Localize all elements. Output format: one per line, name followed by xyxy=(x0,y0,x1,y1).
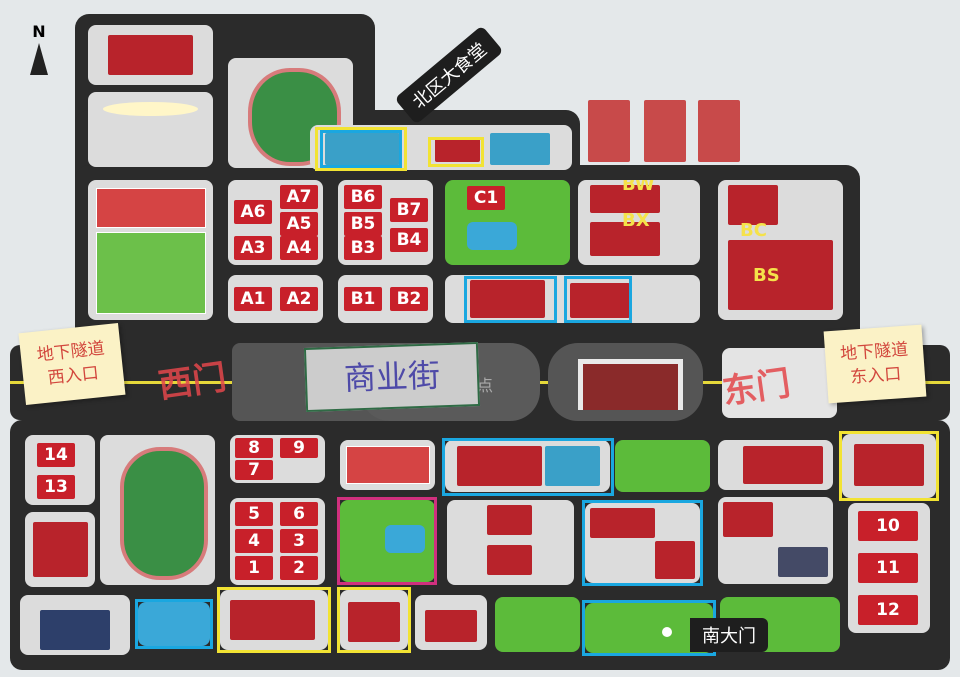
dorm-1-6[interactable]: 5 6 4 3 1 2 xyxy=(230,498,325,585)
dorm-b3[interactable]: B3 xyxy=(344,236,382,260)
dorm-b-block[interactable]: B6 B7 B5 B3 B4 xyxy=(338,180,433,265)
dorm-c1[interactable]: C1 xyxy=(467,186,505,210)
dorm-14-13[interactable]: 14 13 xyxy=(25,435,95,505)
dorm-11[interactable]: 11 xyxy=(858,553,918,583)
south-canteen-highlight[interactable] xyxy=(442,438,614,496)
dorm-10-12[interactable]: 10 11 12 xyxy=(848,503,930,633)
admin-highlight[interactable] xyxy=(582,500,703,586)
south-gate-tag: 南大门 xyxy=(690,618,768,652)
dorm-b7[interactable]: B7 xyxy=(390,198,428,222)
gate-icon xyxy=(578,359,683,410)
dorm-a1[interactable]: A1 xyxy=(234,287,272,311)
east-corner-highlight[interactable] xyxy=(839,431,939,501)
dorm-3[interactable]: 3 xyxy=(280,529,318,553)
arch-block[interactable] xyxy=(88,92,213,167)
south-hall-highlight[interactable] xyxy=(217,587,331,653)
dorm-7[interactable]: 7 xyxy=(235,460,273,480)
dorm-bw-label[interactable]: BW xyxy=(622,180,655,195)
west-building[interactable] xyxy=(25,512,95,587)
dorm-a5[interactable]: A5 xyxy=(280,212,318,236)
east-south-building[interactable] xyxy=(718,440,833,490)
commercial-street-label: 商业街 xyxy=(343,356,441,398)
dorm-bc-label[interactable]: BC xyxy=(740,220,767,241)
dorm-2[interactable]: 2 xyxy=(280,556,318,580)
dorm-b1[interactable]: B1 xyxy=(344,287,382,311)
dorm-6[interactable]: 6 xyxy=(280,502,318,526)
dorm-1[interactable]: 1 xyxy=(235,556,273,580)
library-block[interactable] xyxy=(88,25,213,85)
sports-courts-north[interactable] xyxy=(88,180,213,320)
dorm-b-lower[interactable]: B1 B2 xyxy=(338,275,433,323)
monument-park-highlight[interactable] xyxy=(337,497,437,585)
dorm-b4[interactable]: B4 xyxy=(390,228,428,252)
main-gate-plaza[interactable] xyxy=(548,343,703,421)
dorm-bs-label[interactable]: BS xyxy=(753,265,780,286)
canteen-highlight-1[interactable] xyxy=(464,276,557,323)
dorm-bw-bx[interactable]: BW BX xyxy=(578,180,700,265)
dorm-a4[interactable]: A4 xyxy=(280,236,318,260)
dorm-8[interactable]: 8 xyxy=(235,438,273,458)
small-building-highlight[interactable] xyxy=(337,587,411,653)
park-c1[interactable]: C1 xyxy=(445,180,570,265)
dorm-a6[interactable]: A6 xyxy=(234,200,272,224)
canteen-highlight-2[interactable] xyxy=(564,276,632,323)
south-green xyxy=(615,440,710,492)
dorm-a7[interactable]: A7 xyxy=(280,185,318,209)
teaching-buildings[interactable] xyxy=(447,500,574,585)
dorm-b5[interactable]: B5 xyxy=(344,212,382,236)
dorm-4[interactable]: 4 xyxy=(235,529,273,553)
dorm-8-9-7[interactable]: 8 9 7 xyxy=(230,435,325,483)
east-tunnel-note: 地下隧道 东入口 xyxy=(823,324,927,404)
dorm-10[interactable]: 10 xyxy=(858,511,918,541)
south-park xyxy=(495,597,580,652)
hospital[interactable] xyxy=(415,595,487,650)
north-building-highlight[interactable] xyxy=(428,137,484,167)
compass-label: N xyxy=(32,22,46,41)
dorm-a-lower[interactable]: A1 A2 xyxy=(228,275,323,323)
dorm-bc-bs[interactable]: BC BS xyxy=(718,180,843,320)
south-courts[interactable] xyxy=(340,440,435,490)
dorm-9[interactable]: 9 xyxy=(280,438,318,458)
dorm-a-block[interactable]: A6 A7 A5 A3 A4 xyxy=(228,180,323,265)
dorm-a3[interactable]: A3 xyxy=(234,236,272,260)
dorm-a2[interactable]: A2 xyxy=(280,287,318,311)
gymnasium[interactable] xyxy=(20,595,130,655)
dorm-b2[interactable]: B2 xyxy=(390,287,428,311)
compass: N xyxy=(24,22,54,82)
north-canteen-highlight-cyan[interactable] xyxy=(320,130,402,168)
west-gate-label: 西门 xyxy=(156,357,229,407)
west-tunnel-note: 地下隧道 西入口 xyxy=(18,322,126,406)
east-gate-label: 东门 xyxy=(720,363,793,413)
dorm-bx-label[interactable]: BX xyxy=(622,210,650,231)
south-gate-pin xyxy=(662,627,672,637)
south-stadium[interactable] xyxy=(100,435,215,585)
dorm-12[interactable]: 12 xyxy=(858,595,918,625)
east-teaching-block[interactable] xyxy=(718,497,833,584)
commercial-street-sign[interactable]: 商业街 xyxy=(303,341,481,413)
pool-highlight[interactable] xyxy=(135,599,213,649)
dorm-14[interactable]: 14 xyxy=(37,443,75,467)
dorm-13[interactable]: 13 xyxy=(37,475,75,499)
dorm-5[interactable]: 5 xyxy=(235,502,273,526)
highrises xyxy=(588,100,743,165)
north-arrow-icon xyxy=(30,43,48,75)
dorm-b6[interactable]: B6 xyxy=(344,185,382,209)
